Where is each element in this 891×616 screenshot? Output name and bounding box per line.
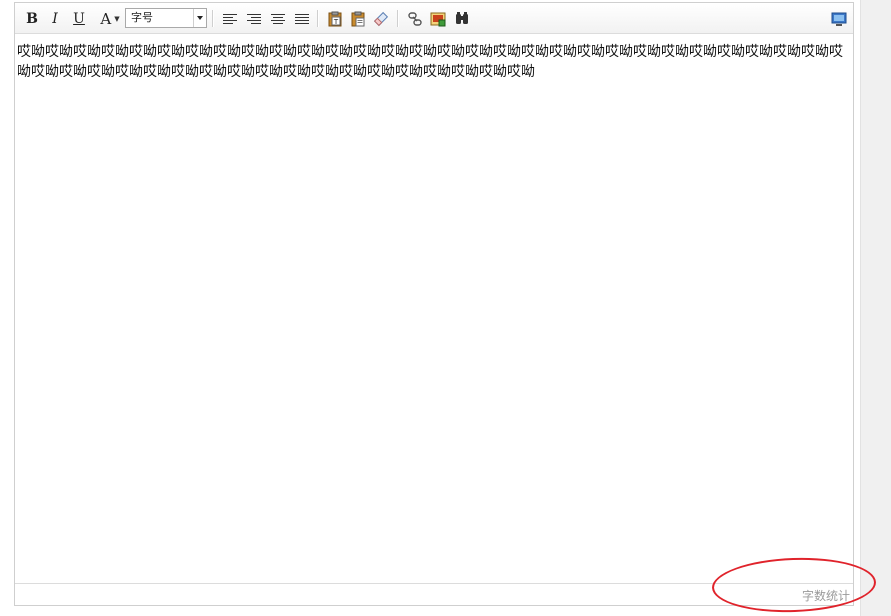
find-icon[interactable] — [454, 11, 470, 27]
font-size-selected-value: 字号 — [131, 11, 153, 24]
editor-content[interactable]: 哎呦哎呦哎呦哎呦哎呦哎呦哎呦哎呦哎呦哎呦哎呦哎呦哎呦哎呦哎呦哎呦哎呦哎呦哎呦哎呦… — [15, 34, 853, 583]
align-right-icon[interactable] — [246, 11, 262, 27]
right-scroll-strip — [860, 0, 891, 616]
caret-down-icon: ▼ — [114, 14, 120, 23]
rich-text-editor: B I U A ▼ 字号 T 哎呦哎呦哎呦哎呦哎呦哎呦哎呦哎呦哎呦哎呦哎呦哎呦哎… — [14, 2, 854, 606]
align-left-icon[interactable] — [222, 11, 238, 27]
bold-button[interactable]: B — [23, 8, 41, 29]
align-center-icon[interactable] — [270, 11, 286, 27]
image-icon[interactable] — [430, 11, 446, 27]
font-color-label: A — [100, 9, 112, 28]
svg-text:T: T — [333, 18, 339, 26]
toolbar-separator — [317, 10, 319, 27]
paste-word-icon[interactable] — [350, 11, 366, 27]
font-size-select[interactable]: 字号 — [125, 8, 207, 28]
underline-button[interactable]: U — [70, 8, 88, 29]
toolbar-separator — [212, 10, 214, 27]
link-icon[interactable] — [407, 11, 423, 27]
italic-button[interactable]: I — [47, 8, 63, 29]
justify-icon[interactable] — [294, 11, 310, 27]
select-arrow-icon — [193, 9, 206, 27]
toolbar-separator — [397, 10, 399, 27]
editor-toolbar: B I U A ▼ 字号 T — [15, 3, 853, 34]
font-color-button[interactable]: A ▼ — [95, 8, 125, 29]
eraser-icon[interactable] — [373, 11, 389, 27]
paste-text-icon[interactable]: T — [327, 11, 343, 27]
fullscreen-icon[interactable] — [831, 11, 847, 27]
